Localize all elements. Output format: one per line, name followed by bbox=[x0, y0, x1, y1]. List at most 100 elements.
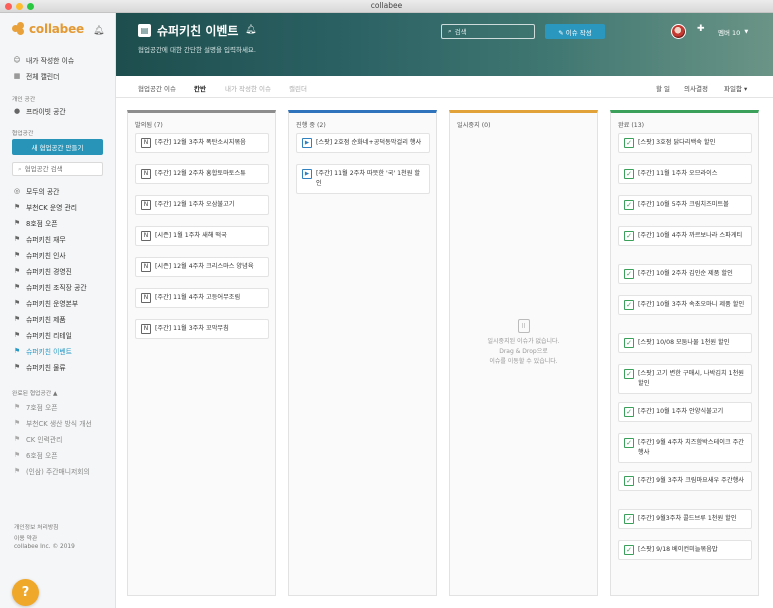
app-logo[interactable]: collabee bbox=[12, 22, 84, 36]
sidebar-item-label: 슈퍼키친 제품 bbox=[26, 316, 66, 324]
issue-card[interactable]: N [주간] 12월 3주차 폭탄소시지볶음 bbox=[135, 133, 269, 153]
note-icon: N bbox=[141, 262, 151, 272]
issue-search-input[interactable] bbox=[454, 27, 525, 36]
issue-card[interactable]: ✓ [주간] 9월 4주차 치즈함박스테이크 주간행사 bbox=[618, 433, 752, 463]
sidebar-workspace-item[interactable]: ⚑ 슈퍼키친 경영진 bbox=[12, 265, 72, 277]
flag-icon: ⚑ bbox=[13, 435, 21, 443]
kanban-column: 발의됨 (7) N [주간] 12월 3주차 폭탄소시지볶음 N [주간] 12월 2주… bbox=[127, 110, 276, 596]
tab-my-issues[interactable]: 내가 작성한 이슈 bbox=[225, 83, 271, 93]
sidebar-done-workspace-item[interactable]: ⚑ 부천CK 생산 방식 개선 bbox=[12, 417, 92, 429]
sidebar-workspace-item[interactable]: ◎ 모두의 공간 bbox=[12, 185, 60, 197]
issue-card[interactable]: ▶ [주간] 11월 2주차 따뜻한 '국' 1천원 할인 bbox=[296, 164, 430, 194]
terms-link[interactable]: 이용 약관 bbox=[14, 533, 37, 542]
check-icon: ✓ bbox=[624, 545, 634, 555]
issue-card[interactable]: N [주간] 12월 1주차 오삼불고기 bbox=[135, 195, 269, 215]
sidebar-item-label: 전체 캘린더 bbox=[26, 73, 60, 81]
sidebar-workspace-item[interactable]: ⚑ 슈퍼키친 운영본부 bbox=[12, 297, 78, 309]
sidebar-workspace-item[interactable]: ⚑ 슈퍼키친 인사 bbox=[12, 249, 66, 261]
issue-card-title: [주간] 10월 4주차 까르보나라 스파게티 bbox=[638, 232, 743, 239]
issue-card[interactable]: ✓ [주간] 10월 3주차 속초오마니 제품 할인 bbox=[618, 295, 752, 315]
write-issue-button[interactable]: ✎ 이슈 작성 bbox=[545, 24, 605, 39]
flag-icon: ⚑ bbox=[13, 347, 21, 355]
issue-card[interactable]: ✓ [주간] 10월 5주차 크림치즈미트볼 bbox=[618, 195, 752, 215]
avatar[interactable] bbox=[671, 24, 686, 39]
issue-card[interactable]: ✓ [주간] 9월3주차 콜드브루 1천원 할인 bbox=[618, 509, 752, 529]
sidebar: collabee 🔔︎ ☺ 내가 작성한 이슈 ▦ 전체 캘린더 개인 공간 ●… bbox=[0, 13, 116, 608]
sidebar-workspace-item[interactable]: ⚑ 슈퍼키친 물류 bbox=[12, 361, 66, 373]
issue-card[interactable]: ✓ [주간] 10월 1주차 안양식불고기 bbox=[618, 402, 752, 422]
globe-icon: ◎ bbox=[13, 187, 21, 195]
sidebar-item-my-issues[interactable]: ☺ 내가 작성한 이슈 bbox=[12, 54, 74, 66]
sidebar-item-label: 슈퍼키친 물류 bbox=[26, 364, 66, 372]
issue-card[interactable]: ✓ [주간] 10월 2주차 김인순 제품 할인 bbox=[618, 264, 752, 284]
flag-icon: ⚑ bbox=[13, 315, 21, 323]
kanban-column: 진행 중 (2) ▶ [스팟] 2호점 순화네+공덕동막걸리 행사 ▶ [주간] 11월… bbox=[288, 110, 437, 596]
note-icon: N bbox=[141, 200, 151, 210]
issue-card[interactable]: ✓ [주간] 11월 1주차 오므라이스 bbox=[618, 164, 752, 184]
sidebar-workspace-item[interactable]: ⚑ 슈퍼키친 조직장 공간 bbox=[12, 281, 87, 293]
sidebar-item-label: 내가 작성한 이슈 bbox=[26, 57, 75, 65]
sidebar-item-calendar[interactable]: ▦ 전체 캘린더 bbox=[12, 70, 60, 82]
done-workspace-heading[interactable]: 완료된 협업공간 ▲ bbox=[12, 388, 57, 397]
issue-card[interactable]: ▶ [스팟] 2호점 순화네+공덕동막걸리 행사 bbox=[296, 133, 430, 153]
issue-card[interactable]: N [시즌] 1월 1주차 새해 떡국 bbox=[135, 226, 269, 246]
page-title[interactable]: 슈퍼키친 이벤트 bbox=[157, 22, 238, 39]
issue-card-title: [스팟] 9/18 베이컨미늘볶음밥 bbox=[638, 546, 718, 553]
issue-card[interactable]: ✓ [스팟] 10/08 모둠나물 1천원 할인 bbox=[618, 333, 752, 353]
issue-card[interactable]: ✓ [스팟] 9/18 베이컨미늘볶음밥 bbox=[618, 540, 752, 560]
bell-icon[interactable]: 🔔︎ bbox=[245, 25, 256, 35]
sidebar-workspace-item[interactable]: ⚑ 슈퍼키친 제품 bbox=[12, 313, 66, 325]
issue-card[interactable]: N [주간] 11월 4주차 고등어무조림 bbox=[135, 288, 269, 308]
note-icon: N bbox=[141, 138, 151, 148]
sidebar-item-label: 8호점 오픈 bbox=[26, 220, 58, 228]
tab-kanban[interactable]: 칸반 bbox=[194, 83, 206, 101]
workspace-search-input[interactable] bbox=[24, 165, 95, 173]
privacy-link[interactable]: 개인정보 처리방침 bbox=[14, 522, 59, 531]
help-button[interactable]: ? bbox=[12, 579, 39, 606]
search-icon: ⌕ bbox=[448, 27, 452, 35]
sidebar-workspace-item[interactable]: ⚑ 슈퍼키친 재무 bbox=[12, 233, 66, 245]
empty-message-line: 이슈를 이동할 수 있습니다. bbox=[489, 358, 558, 365]
sidebar-item-label: 슈퍼키친 재무 bbox=[26, 236, 66, 244]
sidebar-workspace-item[interactable]: ⚑ 8호점 오픈 bbox=[12, 217, 58, 229]
issue-card[interactable]: N [시즌] 12월 4주차 크리스마스 양념육 bbox=[135, 257, 269, 277]
bell-icon[interactable]: 🔔︎ bbox=[93, 26, 104, 36]
issue-card[interactable]: N [주간] 11월 3주차 꼬막무침 bbox=[135, 319, 269, 339]
sidebar-item-label: 7호점 오픈 bbox=[26, 404, 58, 412]
tab-decisions[interactable]: 의사결정 bbox=[684, 83, 708, 93]
flag-icon: ⚑ bbox=[13, 419, 21, 427]
check-icon: ✓ bbox=[624, 338, 634, 348]
sidebar-workspace-item[interactable]: ⚑ 부천CK 운영 관리 bbox=[12, 201, 77, 213]
sidebar-item-label: 슈퍼키친 경영진 bbox=[26, 268, 72, 276]
issue-card[interactable]: ✓ [스팟] 고기 변한 구매시, 나박김치 1천원 할인 bbox=[618, 364, 752, 394]
issue-card[interactable]: ✓ [스팟] 3호점 닭다리백숙 할인 bbox=[618, 133, 752, 153]
sidebar-done-workspace-item[interactable]: ⚑ 6호점 오픈 bbox=[12, 449, 58, 461]
issue-card-title: [주간] 11월 2주차 따뜻한 '국' 1천원 할인 bbox=[316, 170, 421, 187]
tab-todo[interactable]: 할 일 bbox=[656, 83, 670, 93]
logo-text: collabee bbox=[29, 22, 84, 36]
workspace-heading: 협업공간 bbox=[12, 131, 34, 137]
issue-card[interactable]: ✓ [주간] 9월 3주차 크림마요새우 주간행사 bbox=[618, 471, 752, 491]
issue-search[interactable]: ⌕ bbox=[441, 24, 535, 39]
sidebar-workspace-item[interactable]: ⚑ 슈퍼키친 리테일 bbox=[12, 329, 72, 341]
collabee-logo-icon bbox=[12, 22, 26, 36]
new-workspace-button[interactable]: 새 협업공간 만들기 bbox=[12, 139, 103, 155]
sidebar-done-workspace-item[interactable]: ⚑ 7호점 오픈 bbox=[12, 401, 58, 413]
sidebar-done-workspace-item[interactable]: ⚑ (인삼) 주간매니저회의 bbox=[12, 465, 90, 477]
copyright: collabee Inc. © 2019 bbox=[14, 544, 75, 550]
issue-card-title: [주간] 11월 1주차 오므라이스 bbox=[638, 170, 718, 177]
tab-workspace-issues[interactable]: 협업공간 이슈 bbox=[138, 83, 176, 93]
issue-card[interactable]: ✓ [주간] 10월 4주차 까르보나라 스파게티 bbox=[618, 226, 752, 246]
workspace-search[interactable]: ⌕ bbox=[12, 162, 103, 176]
play-icon: ▶ bbox=[302, 138, 312, 148]
issue-card[interactable]: N [주간] 12월 2주차 홍합토마토스튜 bbox=[135, 164, 269, 184]
tab-calendar[interactable]: 캘린더 bbox=[289, 83, 307, 93]
issue-card-title: [시즌] 12월 4주차 크리스마스 양념육 bbox=[155, 263, 254, 270]
add-user-icon[interactable]: ✚ bbox=[697, 24, 705, 34]
workspace-description[interactable]: 협업공간에 대한 간단한 설명을 입력하세요. bbox=[138, 44, 256, 54]
sidebar-done-workspace-item[interactable]: ⚑ CK 인력관리 bbox=[12, 433, 63, 445]
tab-files[interactable]: 파일함 ▾ bbox=[724, 83, 747, 93]
sidebar-workspace-item[interactable]: ⚑ 슈퍼키친 이벤트 bbox=[12, 345, 72, 357]
sidebar-item-private[interactable]: ● 프라이빗 공간 bbox=[12, 105, 66, 117]
members-dropdown[interactable]: 멤버 10 ▼ bbox=[718, 27, 748, 37]
